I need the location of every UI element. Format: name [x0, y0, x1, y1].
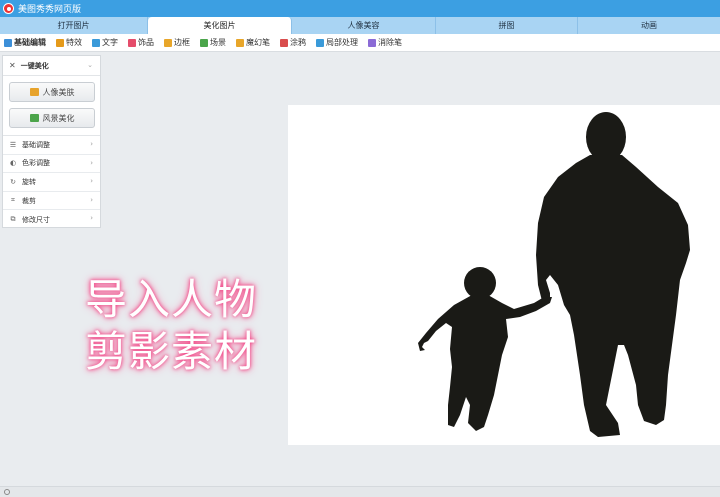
- tool-local-process[interactable]: 局部处理: [316, 37, 358, 48]
- status-bar: [0, 486, 720, 497]
- crop-item[interactable]: ⌗ 裁剪 ›: [3, 192, 100, 211]
- tool-basic-edit[interactable]: 基础编辑: [4, 37, 46, 48]
- tab-open-image[interactable]: 打开图片: [0, 17, 148, 34]
- portrait-icon: [29, 88, 39, 96]
- tab-animation[interactable]: 动画: [578, 17, 720, 34]
- adult-body: [536, 155, 690, 437]
- tool-magic-pen[interactable]: 魔幻笔: [236, 37, 270, 48]
- child-head: [464, 267, 496, 299]
- father-child-silhouette: [418, 112, 690, 437]
- tool-effects[interactable]: 特效: [56, 37, 82, 48]
- status-indicator-icon: [4, 489, 10, 495]
- child-body: [418, 295, 552, 431]
- tool-scene[interactable]: 场景: [200, 37, 226, 48]
- landscape-icon: [29, 114, 39, 122]
- landscape-beautify-button[interactable]: 风景美化: [9, 108, 95, 128]
- portrait-beautify-button[interactable]: 人像美肤: [9, 82, 95, 102]
- rotate-item[interactable]: ↻ 旋转 ›: [3, 173, 100, 192]
- local-process-icon: [316, 38, 324, 47]
- promo-line-2: 剪影素材: [85, 327, 258, 376]
- chevron-right-icon: ›: [90, 195, 93, 204]
- promo-line-1: 导入人物: [85, 275, 258, 324]
- tab-collage[interactable]: 拼图: [436, 17, 578, 34]
- scene-icon: [200, 38, 208, 47]
- tool-doodle[interactable]: 涂鸦: [280, 37, 306, 48]
- resize-item[interactable]: ⧉ 修改尺寸 ›: [3, 210, 100, 229]
- frame-icon: [164, 38, 172, 47]
- magic-pen-icon: [236, 38, 244, 47]
- adult-head: [586, 112, 626, 162]
- text-icon: [92, 38, 100, 47]
- promo-caption: 导入人物 剪影素材: [85, 274, 275, 378]
- chevron-right-icon: ›: [90, 177, 93, 186]
- chevron-right-icon: ›: [90, 158, 93, 167]
- basic-edit-icon: [4, 38, 12, 47]
- brush-icon: [56, 38, 64, 47]
- main-tabs: 打开图片 美化图片 人像美容 拼图 动画: [0, 17, 720, 34]
- rotate-icon: ↻: [10, 177, 16, 186]
- one-click-beautify-header[interactable]: ✕ 一键美化 ⌄: [3, 56, 100, 76]
- tool-accessory[interactable]: 饰品: [128, 37, 154, 48]
- tab-portrait[interactable]: 人像美容: [292, 17, 436, 34]
- tool-frame[interactable]: 边框: [164, 37, 190, 48]
- tool-bar: 基础编辑 特效 文字 饰品 边框 场景 魔幻笔 涂鸦 局部处理 消除笔: [0, 34, 720, 52]
- adjust-icon: ☰: [9, 140, 17, 149]
- tool-text[interactable]: 文字: [92, 37, 118, 48]
- basic-adjust-item[interactable]: ☰ 基础调整 ›: [3, 136, 100, 155]
- title-bar: 美图秀秀网页版: [0, 0, 720, 17]
- magic-wand-icon: ✕: [9, 61, 16, 70]
- tab-beautify-image[interactable]: 美化图片: [148, 17, 292, 34]
- eraser-icon: [368, 38, 376, 47]
- resize-icon: ⧉: [10, 215, 16, 224]
- chevron-right-icon: ›: [90, 214, 93, 223]
- tool-eraser[interactable]: 消除笔: [368, 37, 402, 48]
- edit-panel: ✕ 一键美化 ⌄ 人像美肤 风景美化 ☰ 基础调整 › ◐ 色彩调整 › ↻ 旋…: [2, 55, 101, 228]
- app-logo-icon: [3, 3, 14, 14]
- crop-icon: ⌗: [11, 196, 15, 205]
- window-title: 美图秀秀网页版: [18, 5, 82, 15]
- doodle-icon: [280, 38, 288, 47]
- chevron-right-icon: ›: [90, 140, 93, 148]
- color-icon: ◐: [9, 159, 17, 168]
- color-adjust-item[interactable]: ◐ 色彩调整 ›: [3, 155, 100, 174]
- image-canvas[interactable]: [288, 105, 720, 445]
- accessory-icon: [128, 38, 136, 47]
- divider: [3, 128, 100, 136]
- chevron-down-icon: ⌄: [87, 61, 93, 69]
